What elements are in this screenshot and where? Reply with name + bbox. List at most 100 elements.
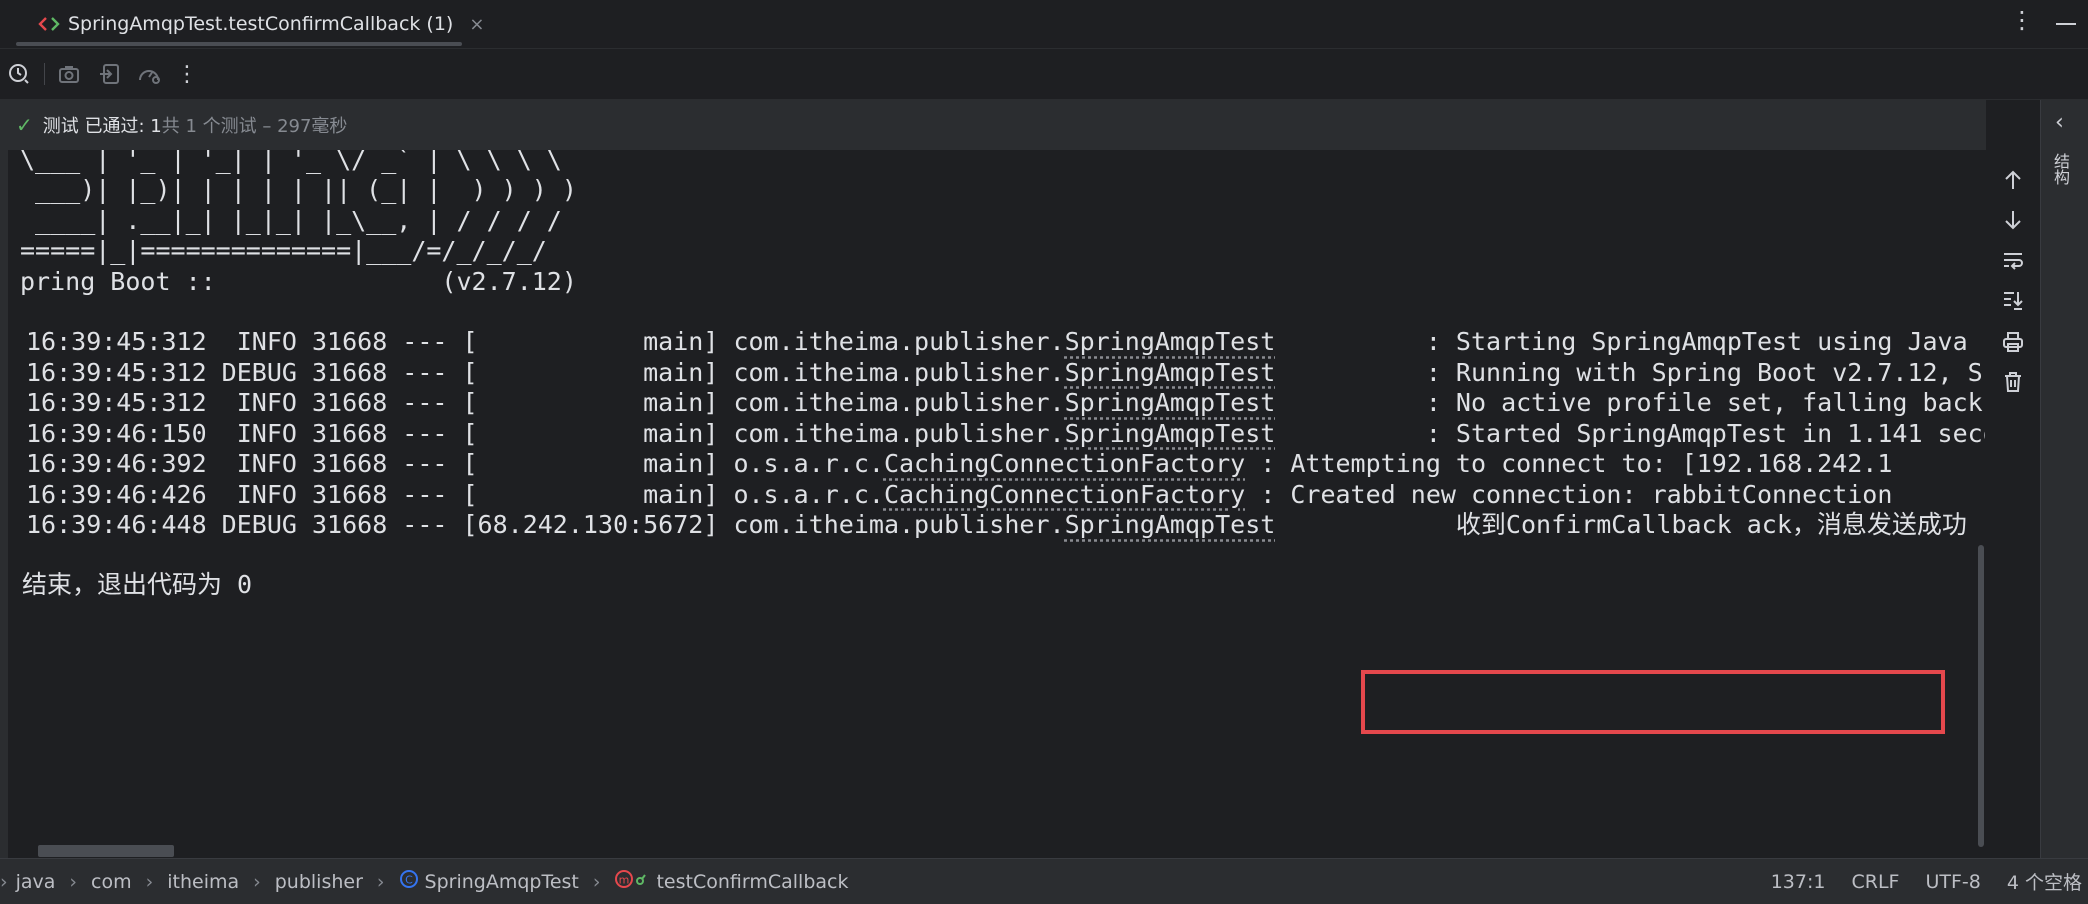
log-padding bbox=[1275, 358, 1426, 387]
log-package: com.itheima.publisher. bbox=[733, 388, 1065, 417]
log-line: 16:39:45:312 INFO 31668 --- [ main] com.… bbox=[26, 325, 1985, 359]
camera-icon[interactable] bbox=[56, 61, 82, 87]
trash-icon[interactable] bbox=[1999, 368, 2027, 396]
scroll-to-end-icon[interactable] bbox=[1999, 286, 2027, 314]
svg-text:m: m bbox=[619, 874, 630, 887]
log-level: INFO bbox=[221, 418, 312, 448]
log-time: 16:39:46:448 bbox=[26, 510, 222, 539]
console-toolbar bbox=[1986, 150, 2040, 858]
breadcrumb-item[interactable]: publisher bbox=[275, 871, 363, 893]
log-level: DEBUG bbox=[221, 510, 312, 539]
chevron-right-icon: › bbox=[0, 870, 8, 893]
arrow-up-icon[interactable] bbox=[1999, 166, 2027, 194]
history-icon[interactable] bbox=[6, 61, 32, 87]
method-icon: m bbox=[614, 869, 648, 894]
test-run-icon bbox=[36, 14, 62, 34]
line-ending[interactable]: CRLF bbox=[1851, 871, 1899, 893]
log-level: DEBUG bbox=[221, 357, 312, 387]
chevron-right-icon: › bbox=[253, 870, 261, 893]
log-thread: [ main] bbox=[462, 388, 734, 417]
more-icon[interactable]: ⋮ bbox=[174, 61, 200, 87]
test-status-row: ✓ 测试 已通过: 1 共 1 个测试 – 297毫秒 bbox=[8, 100, 1986, 150]
soft-wrap-icon[interactable] bbox=[1999, 246, 2027, 274]
log-time: 16:39:46:426 bbox=[26, 479, 222, 509]
log-message: 收到ConfirmCallback ack，消息发送成功 bbox=[1425, 510, 1967, 539]
horizontal-scrollbar[interactable] bbox=[38, 845, 174, 857]
breadcrumb-item[interactable]: itheima bbox=[167, 871, 239, 893]
highlight-box bbox=[1361, 670, 1945, 734]
vertical-scrollbar[interactable] bbox=[1978, 545, 1984, 847]
run-toolbar: ⋮ bbox=[0, 49, 2088, 100]
log-padding bbox=[1245, 480, 1260, 509]
close-icon[interactable]: × bbox=[469, 14, 484, 35]
banner-line: ___)| |_)| | | | | || (_| | ) ) ) ) bbox=[20, 175, 577, 204]
log-pid: 31668 --- bbox=[311, 449, 463, 478]
log-time: 16:39:45:312 bbox=[26, 357, 222, 387]
right-sidebar: ‹ 结构 bbox=[2040, 100, 2088, 858]
chevron-right-icon: › bbox=[592, 870, 601, 893]
file-encoding[interactable]: UTF-8 bbox=[1925, 871, 1980, 893]
status-right: 137:1 CRLF UTF-8 4 个空格 bbox=[1771, 859, 2088, 904]
log-package: o.s.a.r.c. bbox=[733, 449, 884, 478]
log-level: INFO bbox=[221, 449, 312, 478]
chevron-right-icon: › bbox=[145, 870, 154, 893]
log-line: 16:39:45:312 INFO 31668 --- [ main] com.… bbox=[26, 386, 1985, 420]
log-class-link[interactable]: SpringAmqpTest bbox=[1065, 327, 1276, 356]
log-package: com.itheima.publisher. bbox=[733, 357, 1065, 387]
log-padding bbox=[1275, 510, 1426, 539]
log-thread: [ main] bbox=[462, 418, 734, 448]
log-class-link[interactable]: SpringAmqpTest bbox=[1065, 388, 1276, 417]
arrow-down-icon[interactable] bbox=[1999, 206, 2027, 234]
log-padding bbox=[1275, 388, 1426, 417]
left-gutter bbox=[0, 100, 8, 858]
banner-line: pring Boot :: (v2.7.12) bbox=[20, 266, 577, 296]
log-message: : Running with Spring Boot v2.7.12, Spri… bbox=[1425, 357, 1985, 387]
print-icon[interactable] bbox=[1999, 328, 2027, 356]
indent-setting[interactable]: 4 个空格 bbox=[2007, 868, 2082, 895]
log-class-link[interactable]: SpringAmqpTest bbox=[1065, 510, 1276, 539]
log-pid: 31668 --- bbox=[311, 388, 463, 417]
log-package: o.s.a.r.c. bbox=[733, 479, 884, 509]
minimize-icon[interactable] bbox=[2056, 23, 2076, 25]
tests-passed-label: 测试 已通过: 1 bbox=[42, 116, 162, 137]
import-icon[interactable] bbox=[96, 61, 122, 87]
gauge-icon[interactable] bbox=[136, 61, 162, 87]
svg-text:C: C bbox=[405, 874, 413, 887]
check-icon: ✓ bbox=[16, 113, 33, 137]
log-class-link[interactable]: SpringAmqpTest bbox=[1065, 419, 1276, 448]
breadcrumb-item[interactable]: java bbox=[16, 871, 56, 893]
log-message: : No active profile set, falling back to… bbox=[1425, 388, 1983, 417]
chevron-right-icon: › bbox=[376, 870, 385, 893]
log-padding bbox=[1275, 419, 1426, 448]
console-output[interactable]: ' ___'_ __ _ _(_)_ __ __ _ \ \ \ \\___ |… bbox=[8, 150, 1985, 858]
log-class-link[interactable]: SpringAmqpTest bbox=[1065, 358, 1276, 387]
log-line: 16:39:46:150 INFO 31668 --- [ main] com.… bbox=[26, 417, 1985, 451]
log-thread: [ main] bbox=[462, 327, 734, 356]
log-class-link[interactable]: CachingConnectionFactory bbox=[884, 480, 1245, 509]
breadcrumb-item[interactable]: com bbox=[91, 871, 132, 893]
log-time: 16:39:46:150 bbox=[26, 418, 222, 448]
log-padding bbox=[1275, 327, 1426, 356]
log-line: 16:39:45:312 DEBUG 31668 --- [ main] com… bbox=[26, 356, 1985, 390]
breadcrumb-item[interactable]: SpringAmqpTest bbox=[425, 871, 579, 893]
breadcrumb-item[interactable]: testConfirmCallback bbox=[656, 871, 848, 893]
more-vertical-icon[interactable]: ⋮ bbox=[2010, 6, 2034, 34]
run-tab[interactable]: SpringAmqpTest.testConfirmCallback (1) × bbox=[16, 0, 484, 48]
log-class-link[interactable]: CachingConnectionFactory bbox=[884, 449, 1245, 478]
status-bar: › java › com › itheima › publisher › C S… bbox=[0, 858, 2088, 904]
log-message: : Started SpringAmqpTest in 1.141 second… bbox=[1425, 418, 1985, 448]
tab-title: SpringAmqpTest.testConfirmCallback (1) bbox=[68, 13, 454, 35]
banner-line: =====|_|==============|___/=/_/_/_/ bbox=[20, 236, 547, 265]
cursor-position[interactable]: 137:1 bbox=[1771, 871, 1826, 893]
log-line: 16:39:46:392 INFO 31668 --- [ main] o.s.… bbox=[26, 447, 1892, 481]
log-line: 16:39:46:448 DEBUG 31668 --- [68.242.130… bbox=[26, 508, 1967, 542]
log-padding bbox=[1245, 449, 1260, 478]
chevron-left-icon[interactable]: ‹ bbox=[2055, 110, 2064, 135]
log-level: INFO bbox=[221, 388, 312, 417]
log-time: 16:39:45:312 bbox=[26, 327, 222, 356]
log-thread: [ main] bbox=[462, 479, 734, 509]
log-line: 16:39:46:426 INFO 31668 --- [ main] o.s.… bbox=[26, 478, 1892, 512]
log-pid: 31668 --- bbox=[311, 327, 463, 356]
structure-tab[interactable]: 结构 bbox=[2054, 154, 2074, 186]
log-thread: [ main] bbox=[462, 449, 734, 478]
